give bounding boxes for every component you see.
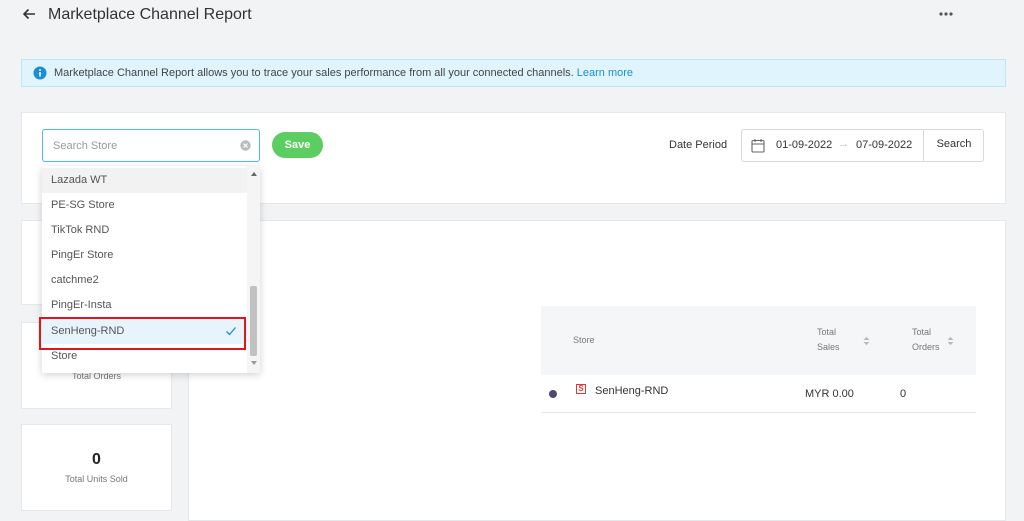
selection-highlight-box xyxy=(39,317,246,350)
scroll-down-icon[interactable] xyxy=(251,361,257,365)
date-range-picker[interactable]: 01-09-2022 → 07-09-2022 Search xyxy=(741,129,984,162)
page-title: Marketplace Channel Report xyxy=(48,6,252,23)
sort-icon[interactable] xyxy=(947,336,954,346)
legend-dot xyxy=(549,390,557,398)
table-row[interactable]: S SenHeng-RND MYR 0.00 0 xyxy=(541,375,976,413)
scroll-up-icon[interactable] xyxy=(251,172,257,176)
banner-message: Marketplace Channel Report allows you to… xyxy=(54,67,577,79)
report-card: Store Total Sales Total Orders S SenHeng… xyxy=(188,220,1006,521)
dropdown-scrollbar[interactable] xyxy=(247,166,260,373)
scrollbar-thumb[interactable] xyxy=(250,286,257,356)
header-line: Total xyxy=(912,327,932,337)
dropdown-item-pe-sg-store[interactable]: PE-SG Store xyxy=(42,193,247,218)
store-search-box[interactable] xyxy=(42,129,260,162)
row-total-orders: 0 xyxy=(900,388,907,400)
banner-text: Marketplace Channel Report allows you to… xyxy=(54,67,633,79)
sort-icon[interactable] xyxy=(863,336,870,346)
date-end[interactable]: 07-09-2022 xyxy=(856,139,912,151)
save-button[interactable]: Save xyxy=(272,132,323,158)
more-horizontal-icon[interactable] xyxy=(936,9,956,19)
stat-value: 0 xyxy=(92,451,101,468)
search-button[interactable]: Search xyxy=(923,129,984,162)
date-start[interactable]: 01-09-2022 xyxy=(776,139,832,151)
dropdown-item-tiktok-rnd[interactable]: TikTok RND xyxy=(42,218,247,243)
date-arrow-icon: → xyxy=(838,138,849,150)
header-line: Total xyxy=(817,327,837,337)
row-total-sales: MYR 0.00 xyxy=(805,388,854,400)
top-bar: Marketplace Channel Report xyxy=(0,0,1024,32)
header-line: Sales xyxy=(817,342,840,352)
stat-label: Total Units Sold xyxy=(65,474,128,484)
clear-icon[interactable] xyxy=(240,140,251,151)
info-icon xyxy=(33,66,47,80)
column-header-store[interactable]: Store xyxy=(573,333,595,348)
senheng-store-icon: S xyxy=(576,384,586,394)
table-header: Store Total Sales Total Orders xyxy=(541,306,976,375)
row-store-name: SenHeng-RND xyxy=(595,385,669,397)
learn-more-link[interactable]: Learn more xyxy=(577,67,633,79)
dropdown-item-lazada-wt[interactable]: Lazada WT xyxy=(42,168,247,193)
store-search-input[interactable] xyxy=(43,130,233,161)
dropdown-item-pinger-insta[interactable]: PingEr-Insta xyxy=(42,293,247,318)
date-period-label: Date Period xyxy=(669,139,728,151)
dropdown-item-pinger-store[interactable]: PingEr Store xyxy=(42,243,247,268)
arrow-left-icon[interactable] xyxy=(20,5,38,23)
stat-card-units: 0 Total Units Sold xyxy=(21,424,172,511)
column-header-total-sales[interactable]: Total Sales xyxy=(817,325,840,355)
calendar-icon xyxy=(751,139,765,153)
header-line: Orders xyxy=(912,342,940,352)
info-banner: Marketplace Channel Report allows you to… xyxy=(21,59,1006,87)
dropdown-item-catchme2[interactable]: catchme2 xyxy=(42,268,247,293)
column-header-total-orders[interactable]: Total Orders xyxy=(912,325,940,355)
